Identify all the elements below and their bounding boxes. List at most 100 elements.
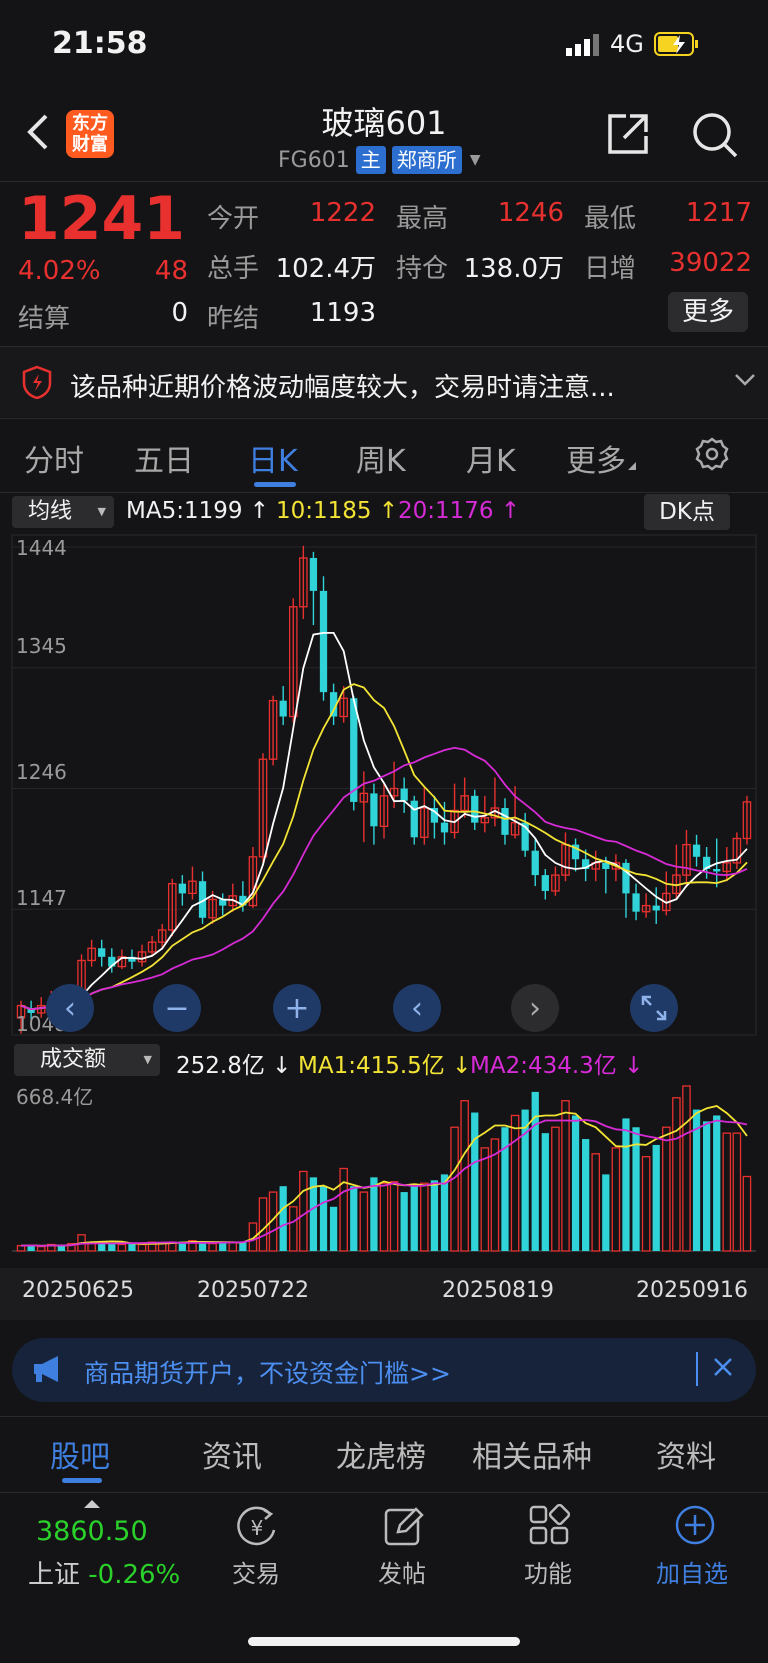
share-icon[interactable] xyxy=(604,110,652,162)
fullscreen-button[interactable] xyxy=(630,984,678,1032)
change-amount: 48 xyxy=(154,256,188,286)
contract-code: FG601 xyxy=(278,147,350,173)
tab-news[interactable]: 资讯 xyxy=(202,1432,262,1476)
dk-point-button[interactable]: DK点 xyxy=(644,494,730,530)
dropdown-icon: ▼ xyxy=(143,1053,152,1066)
tab-profile[interactable]: 资料 xyxy=(656,1432,716,1476)
turnover-bar-up xyxy=(672,1097,681,1252)
price-axis-label: 1444 xyxy=(16,536,67,560)
tab-forum[interactable]: 股吧 xyxy=(50,1432,110,1476)
index-value[interactable]: 3860.50 xyxy=(36,1516,148,1547)
index-name: 上证 xyxy=(28,1560,81,1590)
nav-add-watchlist-label[interactable]: 加自选 xyxy=(656,1554,728,1589)
low-value: 1217 xyxy=(685,198,752,228)
tab-monthly-k[interactable]: 月K xyxy=(466,436,516,480)
megaphone-icon xyxy=(32,1354,66,1388)
candlestick-chart[interactable] xyxy=(0,533,768,1038)
turnover-bar-down xyxy=(350,1186,358,1251)
ma-selector[interactable]: 均线 ▼ xyxy=(12,496,114,528)
candle-body-down xyxy=(692,844,701,857)
high-value: 1246 xyxy=(497,198,564,228)
ma20-value: 20:1176 ↑ xyxy=(398,498,521,524)
expand-up-icon[interactable] xyxy=(84,1500,100,1508)
turnover-bar-up xyxy=(732,1132,742,1252)
open-label: 今开 xyxy=(207,204,260,234)
dropdown-icon: ▼ xyxy=(97,505,106,518)
grid-icon[interactable] xyxy=(528,1503,571,1550)
turnover-chart[interactable] xyxy=(0,1076,768,1266)
add-watchlist-icon[interactable] xyxy=(674,1504,716,1550)
index-row[interactable]: 上证 -0.26% xyxy=(28,1554,180,1591)
high-label: 最高 xyxy=(396,204,449,234)
gear-icon[interactable] xyxy=(694,436,730,476)
chart-left-icon[interactable]: ‹ xyxy=(46,984,94,1032)
candle-body-down xyxy=(440,822,449,833)
daily-inc-label: 日增 xyxy=(584,254,637,284)
tab-weekly-k[interactable]: 周K xyxy=(356,436,406,480)
candle-body-down xyxy=(309,557,318,591)
tab-more[interactable]: 更多 xyxy=(566,436,626,480)
scroll-right-button[interactable]: › xyxy=(511,984,559,1032)
tab-related[interactable]: 相关品种 xyxy=(472,1432,592,1476)
battery-icon xyxy=(654,30,700,62)
turnover-bar-up xyxy=(611,1147,621,1252)
date-label: 20250625 xyxy=(22,1278,134,1303)
search-icon[interactable] xyxy=(690,110,740,164)
promo-text: 商品期货开户，不设资金门槛>> xyxy=(84,1359,451,1388)
turnover-bar-down xyxy=(602,1174,610,1251)
nav-function-label[interactable]: 功能 xyxy=(524,1554,572,1589)
oi-value: 138.0万 xyxy=(463,254,564,284)
close-icon[interactable] xyxy=(712,1356,734,1382)
turnover-bar-down xyxy=(329,1206,338,1251)
price-axis-label: 1147 xyxy=(16,886,67,910)
contract-info[interactable]: FG601 主 郑商所 ▼ xyxy=(278,146,480,174)
turnover-bar-up xyxy=(117,1243,127,1252)
candle-body-down xyxy=(370,793,378,827)
zoom-in-button[interactable]: + xyxy=(273,984,321,1032)
nav-post-label[interactable]: 发帖 xyxy=(378,1554,426,1589)
turnover-bar-up xyxy=(561,1100,570,1252)
expand-chevron-icon[interactable] xyxy=(734,372,756,391)
turnover-bar-down xyxy=(571,1115,580,1251)
turnover-bar-up xyxy=(208,1242,217,1252)
turnover-bar-up xyxy=(420,1182,429,1252)
tab-five-day[interactable]: 五日 xyxy=(134,436,194,480)
candle-body-down xyxy=(632,893,640,912)
tab-daily-k[interactable]: 日K xyxy=(248,436,298,480)
candle-body-down xyxy=(400,788,408,801)
candle-body-down xyxy=(541,875,549,891)
tab-dragon-tiger[interactable]: 龙虎榜 xyxy=(336,1432,426,1476)
date-label: 20250722 xyxy=(197,1278,309,1303)
volume-indicator-selector[interactable]: 成交额 ▼ xyxy=(14,1044,160,1076)
turnover-bar-up xyxy=(510,1114,520,1252)
turnover-bar-up xyxy=(641,1156,651,1252)
nav-trade-label[interactable]: 交易 xyxy=(232,1554,280,1589)
turnover-bar-down xyxy=(279,1186,287,1251)
candle-body-down xyxy=(279,700,287,717)
volume-label: 总手 xyxy=(207,254,260,284)
scroll-left-button[interactable]: ‹ xyxy=(393,984,441,1032)
trade-icon[interactable]: ¥ xyxy=(234,1504,280,1554)
candle-body-down xyxy=(531,850,539,876)
candle-body-down xyxy=(98,948,106,957)
turnover-bar-down xyxy=(703,1121,711,1251)
turnover-bar-down xyxy=(400,1192,408,1251)
active-tab-indicator xyxy=(254,482,296,487)
zoom-out-button[interactable]: − xyxy=(153,984,201,1032)
svg-text:¥: ¥ xyxy=(251,1516,264,1540)
daily-inc-value: 39022 xyxy=(669,248,752,278)
status-time: 21:58 xyxy=(52,26,148,61)
network-type: 4G xyxy=(610,30,644,58)
turnover-bar-up xyxy=(288,1206,298,1252)
turnover-bar-up xyxy=(36,1245,46,1252)
tab-intraday[interactable]: 分时 xyxy=(24,436,84,480)
compose-icon[interactable] xyxy=(382,1504,426,1552)
promo-divider xyxy=(696,1352,698,1386)
candle-body-down xyxy=(319,590,328,693)
price-axis-label: 1345 xyxy=(16,634,67,658)
more-quote-button[interactable]: 更多 xyxy=(668,292,748,332)
turnover-bar-up xyxy=(662,1126,671,1252)
turnover-bar-up xyxy=(450,1126,459,1252)
turnover-bar-down xyxy=(622,1118,630,1251)
open-value: 1222 xyxy=(309,198,376,228)
